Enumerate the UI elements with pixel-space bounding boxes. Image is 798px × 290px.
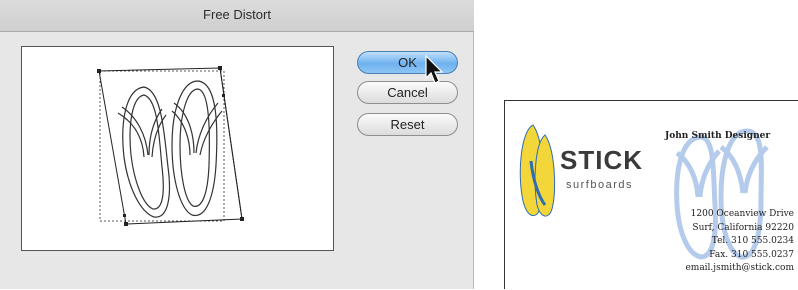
free-distort-dialog: Free Distort OK Cancel Reset bbox=[0, 0, 474, 289]
address-street: 1200 Oceanview Drive bbox=[690, 209, 794, 219]
distort-preview-art bbox=[97, 66, 244, 226]
dialog-titlebar[interactable]: Free Distort bbox=[0, 0, 474, 32]
dialog-title: Free Distort bbox=[203, 7, 271, 22]
logo-wordmark: STICK bbox=[560, 145, 643, 175]
distort-preview-canvas bbox=[21, 46, 334, 251]
stick-surfboards-logo-icon bbox=[519, 124, 556, 217]
address-city: Surf, California 92220 bbox=[692, 222, 794, 233]
business-card: STICK surfboards John Smith Designer 120… bbox=[504, 100, 798, 289]
phone-number: Tel. 310 555.0234 bbox=[711, 236, 794, 247]
card-contact-block: 1200 Oceanview Drive Surf, California 92… bbox=[685, 208, 794, 276]
mouse-pointer-icon bbox=[425, 54, 444, 84]
fax-number: Fax. 310 555.0237 bbox=[709, 249, 794, 260]
email-address: email.jsmith@stick.com bbox=[685, 263, 794, 274]
logo-subtitle: surfboards bbox=[566, 179, 633, 191]
card-name-title: John Smith Designer bbox=[665, 131, 771, 141]
reset-button[interactable]: Reset bbox=[357, 113, 458, 136]
